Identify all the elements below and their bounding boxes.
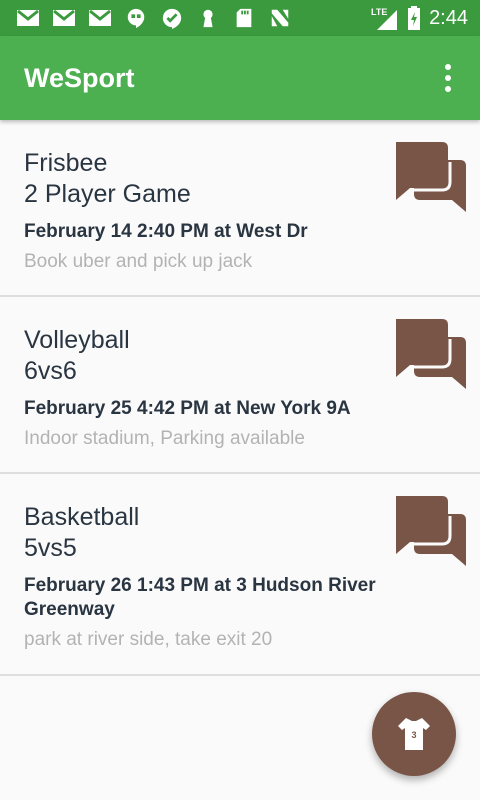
overflow-dot bbox=[445, 86, 451, 92]
event-datetime-location: February 14 2:40 PM at West Dr bbox=[24, 221, 308, 242]
overflow-dot bbox=[445, 75, 451, 81]
event-sport: Basketball bbox=[24, 503, 140, 531]
event-note: park at river side, take exit 20 bbox=[24, 629, 273, 650]
event-mode: 6vs6 bbox=[24, 357, 77, 385]
lte-signal-icon: LTE bbox=[371, 7, 398, 30]
event-note: Indoor stadium, Parking available bbox=[24, 428, 305, 449]
sd-card-icon bbox=[236, 8, 252, 28]
network-label: LTE bbox=[371, 7, 387, 17]
status-time: 2:44 bbox=[429, 6, 468, 29]
overflow-menu-button[interactable] bbox=[436, 58, 460, 98]
event-sport: Frisbee bbox=[24, 149, 108, 177]
keyhole-icon bbox=[203, 9, 213, 28]
gmail-icon bbox=[17, 9, 39, 26]
chat-icon[interactable] bbox=[390, 142, 470, 218]
event-mode: 2 Player Game bbox=[24, 180, 191, 208]
gmail-icon bbox=[89, 9, 111, 26]
chat-icon[interactable] bbox=[390, 319, 470, 395]
event-mode: 5vs5 bbox=[24, 534, 77, 562]
hangouts-icon bbox=[127, 8, 145, 29]
event-card[interactable]: Volleyball 6vs6 February 25 4:42 PM at N… bbox=[0, 297, 480, 474]
status-bar: LTE 2:44 bbox=[0, 0, 480, 36]
app-bar: WeSport bbox=[0, 36, 480, 120]
battery-icon bbox=[408, 6, 421, 30]
add-event-fab[interactable]: 3 bbox=[372, 692, 456, 776]
chat-icon[interactable] bbox=[390, 496, 470, 572]
jersey-number: 3 bbox=[411, 730, 416, 740]
jersey-icon: 3 bbox=[398, 718, 430, 750]
event-note: Book uber and pick up jack bbox=[24, 251, 253, 272]
event-datetime-location: February 26 1:43 PM at 3 Hudson River Gr… bbox=[24, 575, 376, 620]
event-card[interactable]: Frisbee 2 Player Game February 14 2:40 P… bbox=[0, 120, 480, 297]
n-icon bbox=[271, 9, 289, 27]
event-card[interactable]: Basketball 5vs5 February 26 1:43 PM at 3… bbox=[0, 474, 480, 676]
event-sport: Volleyball bbox=[24, 326, 130, 354]
event-list: Frisbee 2 Player Game February 14 2:40 P… bbox=[0, 120, 480, 676]
overflow-dot bbox=[445, 64, 451, 70]
event-datetime-location: February 25 4:42 PM at New York 9A bbox=[24, 398, 351, 419]
app-title: WeSport bbox=[24, 62, 135, 93]
check-icon bbox=[162, 8, 182, 29]
gmail-icon bbox=[53, 9, 75, 26]
